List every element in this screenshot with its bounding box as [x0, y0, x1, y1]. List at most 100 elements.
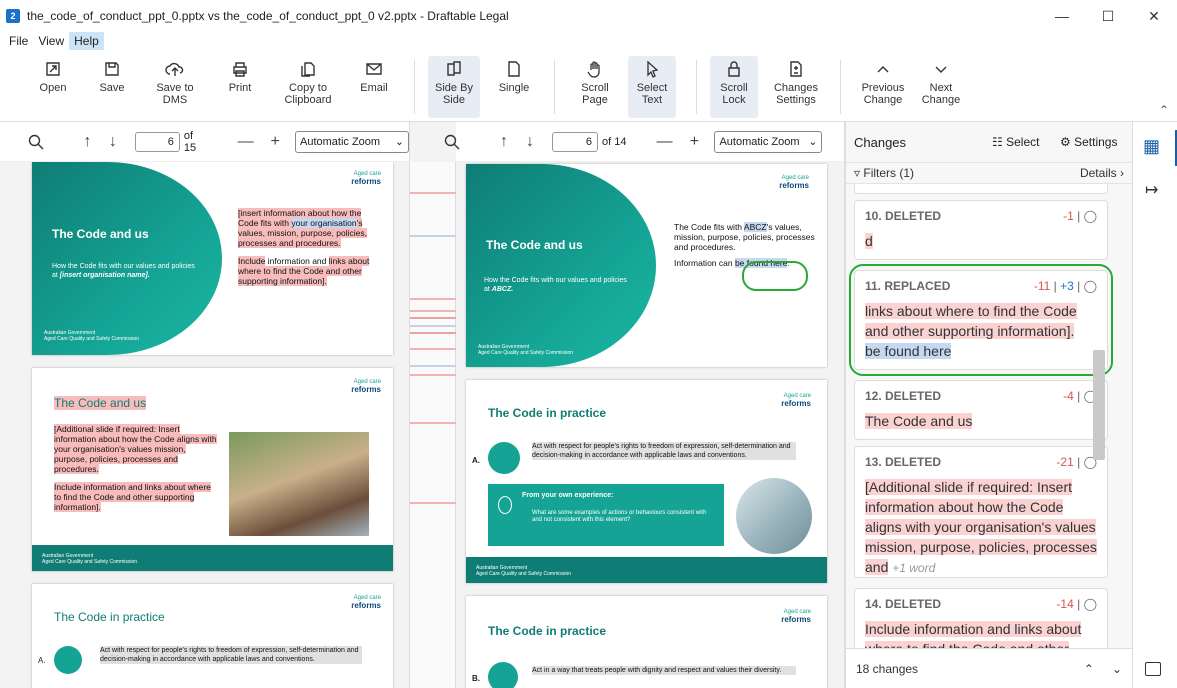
- arrow-up-icon[interactable]: ↑: [76, 130, 100, 154]
- tag-icon: ◯: [1083, 209, 1097, 223]
- print-button[interactable]: Print: [222, 56, 258, 118]
- heart-hand-icon: [488, 662, 518, 688]
- arrow-down-icon[interactable]: ↓: [101, 130, 125, 154]
- annotation-highlight: [742, 261, 808, 291]
- zoom-in-icon[interactable]: +: [263, 130, 287, 154]
- change-count: -14 | ◯: [1056, 597, 1097, 611]
- chevron-down-icon[interactable]: ⌄: [1112, 662, 1122, 676]
- change-count: -21 | ◯: [1056, 455, 1097, 469]
- changes-panel: Changes ☷ Select ⚙ Settings ▿ Filters (1…: [845, 122, 1132, 688]
- previous-change-button[interactable]: Previous Change: [856, 56, 910, 118]
- select-button[interactable]: ☷ Select: [992, 135, 1039, 149]
- previous-change-label: Previous Change: [861, 82, 905, 106]
- scroll-page-button[interactable]: Scroll Page: [574, 56, 616, 118]
- search-icon[interactable]: [24, 130, 48, 154]
- change-text: d: [865, 233, 873, 249]
- change-count: -4 | ◯: [1063, 389, 1097, 403]
- single-button[interactable]: Single: [494, 56, 534, 118]
- page-count: of 14: [602, 135, 627, 148]
- arrow-up-icon[interactable]: ↑: [492, 130, 516, 154]
- details-button[interactable]: Details ›: [1080, 166, 1124, 180]
- chevron-right-icon: ›: [1120, 166, 1124, 180]
- zoom-out-icon[interactable]: —: [652, 130, 676, 154]
- settings-button[interactable]: ⚙ Settings: [1060, 135, 1117, 149]
- arrow-down-icon[interactable]: ↓: [518, 130, 542, 154]
- change-card-13[interactable]: 13. DELETED -21 | ◯ [Additional slide if…: [854, 446, 1108, 578]
- email-label: Email: [360, 82, 388, 94]
- change-card-14[interactable]: 14. DELETED -14 | ◯ Include information …: [854, 588, 1108, 648]
- slide-body: Act with respect for people's rights to …: [532, 442, 796, 460]
- page-number-input[interactable]: 6: [552, 131, 598, 152]
- app-icon: 2: [6, 9, 20, 23]
- ribbon-divider: [414, 60, 415, 114]
- ribbon-divider: [696, 60, 697, 114]
- gov-footer: Australian Government Aged Care Quality a…: [44, 330, 140, 342]
- change-card-prev[interactable]: [854, 184, 1108, 194]
- copy-to-clipboard-button[interactable]: Copy to Clipboard: [278, 56, 338, 118]
- save-button[interactable]: Save: [94, 56, 130, 118]
- chevron-up-icon: [874, 56, 892, 82]
- save-to-dms-button[interactable]: Save to DMS: [152, 56, 198, 118]
- left-document-pane: ↑ ↓ 6 of 15 — + Automatic Zoom ⌄ Aged car…: [0, 122, 410, 688]
- zoom-value: Automatic Zoom: [300, 135, 381, 148]
- aged-care-logo: Aged care reforms: [779, 175, 809, 190]
- zoom-in-icon[interactable]: +: [682, 130, 706, 154]
- slide-body: [Additional slide if required: Insert in…: [54, 424, 217, 512]
- exit-icon[interactable]: ↦: [1145, 180, 1158, 200]
- search-icon[interactable]: [440, 130, 464, 154]
- slide-body: Act with respect for people's rights to …: [100, 646, 362, 664]
- changes-panel-icon[interactable]: ▦: [1143, 136, 1160, 157]
- page-number-input[interactable]: 6: [134, 131, 180, 152]
- annotation-highlight: [849, 264, 1113, 376]
- window-title: the_code_of_conduct_ppt_0.pptx vs the_co…: [27, 9, 509, 23]
- change-card-10[interactable]: 10. DELETED -1 | ◯ d: [854, 200, 1108, 260]
- experience-question: What are some examples of actions or beh…: [532, 510, 707, 523]
- changes-scrollbar[interactable]: [1093, 350, 1105, 460]
- changes-list: 10. DELETED -1 | ◯ d 11. REPLACED -11 | …: [846, 184, 1132, 648]
- email-button[interactable]: Email: [356, 56, 392, 118]
- open-icon: [44, 56, 62, 82]
- change-heading: 14. DELETED: [865, 597, 942, 611]
- aged-care-logo: Aged care reforms: [351, 595, 381, 610]
- chevron-up-icon[interactable]: ⌃: [1084, 662, 1094, 676]
- slide-title: The Code in practice: [488, 624, 607, 638]
- save-icon: [103, 56, 121, 82]
- chevron-down-icon: ⌄: [394, 136, 404, 148]
- select-icon: ☷: [992, 135, 1003, 149]
- change-card-12[interactable]: 12. DELETED -4 | ◯ The Code and us: [854, 380, 1108, 440]
- change-text: [Additional slide if required: Insert in…: [865, 479, 1097, 575]
- close-button[interactable]: ✕: [1131, 0, 1177, 32]
- slide-left-3: Aged care reforms The Code in practice A.…: [32, 584, 393, 688]
- zoom-select[interactable]: Automatic Zoom ⌄: [714, 130, 823, 153]
- collapse-ribbon-icon[interactable]: ⌃: [1159, 103, 1169, 117]
- slide-right-2: Aged care reforms The Code in practice A.…: [466, 380, 827, 583]
- panel-toggle-icon[interactable]: [1145, 662, 1161, 676]
- slide-right-3: Aged care reforms The Code in practice B.…: [466, 596, 827, 688]
- aged-care-logo: Aged care reforms: [781, 609, 811, 624]
- zoom-out-icon[interactable]: —: [234, 130, 258, 154]
- menu-help[interactable]: Help: [69, 32, 104, 50]
- filters-button[interactable]: ▿ Filters (1): [854, 166, 914, 180]
- changes-title: Changes: [854, 134, 907, 150]
- side-by-side-button[interactable]: Side By Side: [428, 56, 480, 118]
- menu-bar: File View Help: [0, 32, 1177, 50]
- copy-to-clipboard-label: Copy to Clipboard: [284, 82, 332, 106]
- change-text: Include information and links about wher…: [865, 619, 1097, 648]
- open-button[interactable]: Open: [34, 56, 72, 118]
- slide-title: The Code in practice: [488, 406, 607, 420]
- change-heading: 12. DELETED: [865, 389, 942, 403]
- next-change-button[interactable]: Next Change: [918, 56, 964, 118]
- select-text-button[interactable]: Select Text: [628, 56, 676, 118]
- scroll-lock-button[interactable]: Scroll Lock: [710, 56, 758, 118]
- slide-left-1: Aged care reforms The Code and us How the…: [32, 162, 393, 355]
- zoom-select[interactable]: Automatic Zoom ⌄: [295, 130, 409, 153]
- menu-view[interactable]: View: [33, 32, 69, 50]
- gov-footer: Australian Government Aged Care Quality a…: [478, 344, 574, 356]
- menu-file[interactable]: File: [4, 32, 33, 50]
- experience-box: From your own experience: What are some …: [488, 484, 724, 546]
- changes-settings-button[interactable]: Changes Settings: [768, 56, 824, 118]
- hand-icon: [586, 56, 604, 82]
- minimize-button[interactable]: —: [1039, 0, 1085, 32]
- scroll-lock-label: Scroll Lock: [720, 82, 748, 106]
- maximize-button[interactable]: ☐: [1085, 0, 1131, 32]
